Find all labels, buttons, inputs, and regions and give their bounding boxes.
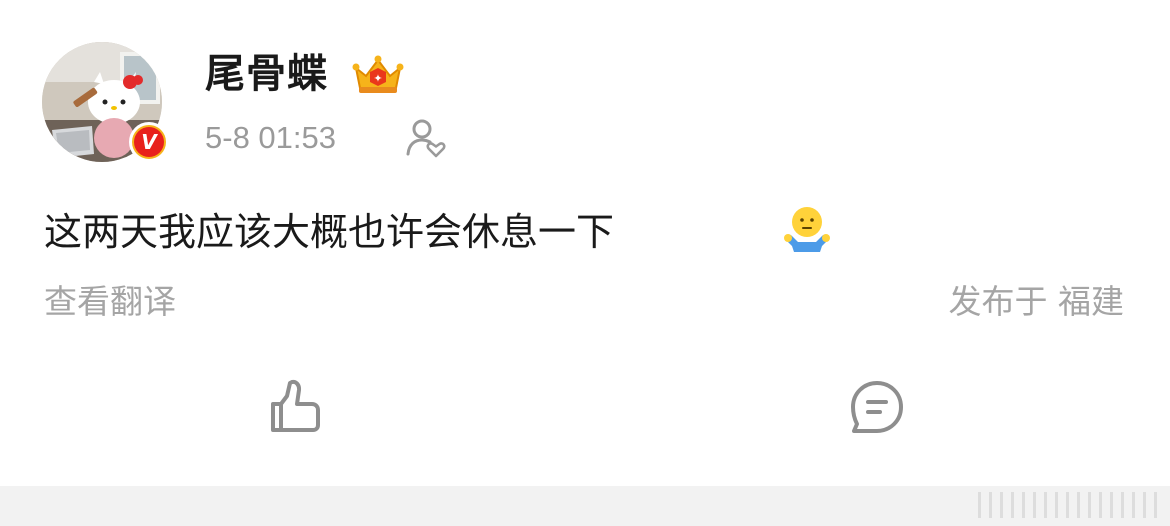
thumbs-up-icon	[271, 379, 320, 432]
crown-icon[interactable]: ✦	[350, 54, 406, 96]
comment-button[interactable]	[846, 376, 908, 438]
comment-icon	[851, 381, 903, 433]
weibo-post-card: V 尾骨蝶 ✦ 5-8 01:53 这两天我应该大概也许会休息一下 查看翻译 发…	[0, 0, 1170, 486]
post-timestamp: 5-8 01:53	[205, 120, 336, 155]
post-location: 发布于 福建	[948, 282, 1125, 321]
author-name[interactable]: 尾骨蝶	[205, 48, 328, 100]
like-button[interactable]	[262, 376, 324, 438]
post-content-text: 这两天我应该大概也许会休息一下	[44, 210, 615, 254]
svg-text:✦: ✦	[373, 72, 382, 85]
decorative-pattern	[978, 492, 1158, 518]
verified-badge: V	[129, 122, 169, 162]
translate-link[interactable]: 查看翻译	[44, 280, 176, 324]
user-heart-icon[interactable]	[405, 118, 447, 158]
verified-badge-label: V	[134, 127, 164, 157]
shrug-emoji-icon	[784, 207, 830, 252]
